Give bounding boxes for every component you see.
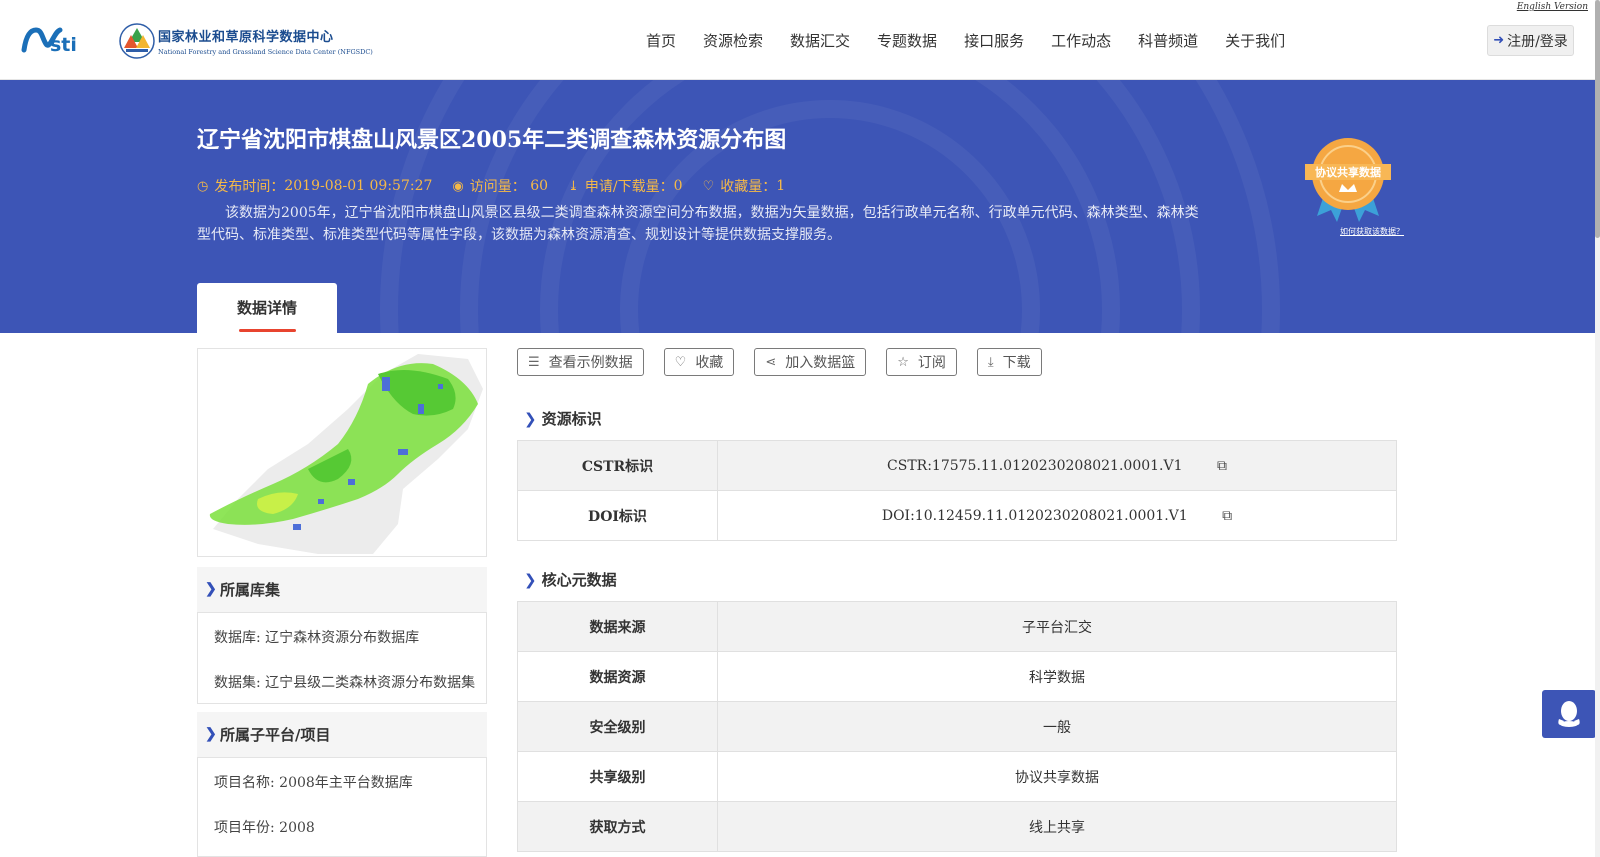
table-value: CSTR:17575.11.0120230208021.0001.V1 ⧉ — [717, 440, 1397, 491]
qq-penguin-icon — [1558, 701, 1580, 727]
database-icon: ☰ — [528, 354, 540, 370]
table-key: 数据资源 — [517, 651, 718, 702]
nav-about-us[interactable]: 关于我们 — [1225, 30, 1285, 51]
nav-home[interactable]: 首页 — [646, 30, 676, 51]
chevron-right-icon: ❯ — [524, 410, 537, 428]
doi-value: DOI:10.12459.11.0120230208021.0001.V1 — [881, 507, 1188, 524]
tab-active-indicator — [239, 329, 296, 332]
table-value: DOI:10.12459.11.0120230208021.0001.V1 ⧉ — [717, 490, 1397, 541]
download-button[interactable]: ⤓ 下载 — [976, 348, 1042, 376]
download-count: ⤓ 申请/下载量： 0 — [568, 178, 683, 195]
dataset-banner: 辽宁省沈阳市棋盘山风景区2005年二类调查森林资源分布图 ◷ 发布时间： 2019… — [0, 80, 1595, 333]
heart-icon: ♡ — [702, 178, 715, 194]
forest-distribution-map — [209, 354, 483, 554]
table-key: DOI标识 — [517, 490, 718, 541]
agreement-share-badge-icon: 协议共享数据 — [1305, 138, 1391, 222]
table-row: DOI标识 DOI:10.12459.11.0120230208021.0001… — [517, 490, 1397, 541]
project-year: 项目年份: 2008 — [214, 820, 315, 836]
nav-topic-data[interactable]: 专题数据 — [877, 30, 937, 51]
register-login-button[interactable]: ➜ 注册/登录 — [1487, 25, 1574, 56]
subscribe-button[interactable]: ☆ 订阅 — [886, 348, 957, 376]
logo-title-cn: 国家林业和草原科学数据中心 — [158, 30, 334, 45]
resource-id-heading: ❯ 资源标识 — [524, 410, 602, 428]
action-bar: ☰ 查看示例数据 ♡ 收藏 ⋖ 加入数据篮 ☆ 订阅 ⤓ 下载 — [517, 348, 1062, 376]
database-link[interactable]: 数据库: 辽宁森林资源分布数据库 — [214, 627, 476, 647]
chevron-right-icon: ❯ — [205, 726, 217, 742]
table-value: 科学数据 — [717, 651, 1397, 702]
dataset-description: 该数据为2005年，辽宁省沈阳市棋盘山风景区县级二类调查森林资源空间分布数据，数… — [197, 205, 1199, 243]
table-key: 数据来源 — [517, 601, 718, 652]
table-value: 子平台汇交 — [717, 601, 1397, 652]
project-name: 项目名称: 2008年主平台数据库 — [214, 775, 413, 791]
platform-section-box: 项目名称: 2008年主平台数据库 项目年份: 2008 — [197, 757, 487, 857]
badge-text: 协议共享数据 — [1315, 165, 1381, 179]
table-row: 数据资源 科学数据 — [517, 651, 1397, 702]
table-key: 获取方式 — [517, 801, 718, 852]
dataset-link[interactable]: 数据集: 辽宁县级二类森林资源分布数据集 — [214, 672, 476, 692]
chevron-right-icon: ❯ — [524, 571, 537, 589]
logo-title-en: National Forestry and Grassland Science … — [158, 48, 373, 56]
table-value: 线上共享 — [717, 801, 1397, 852]
nav-data-submission[interactable]: 数据汇交 — [790, 30, 850, 51]
download-icon: ⤓ — [987, 354, 994, 370]
main-nav: 首页 资源检索 数据汇交 专题数据 接口服务 工作动态 科普频道 关于我们 — [646, 30, 1312, 51]
table-key: CSTR标识 — [517, 440, 718, 491]
table-row: 获取方式 线上共享 — [517, 801, 1397, 852]
platform-section-title: 所属子平台/项目 — [220, 726, 331, 744]
table-key: 安全级别 — [517, 701, 718, 752]
share-icon: ⋖ — [765, 354, 777, 370]
view-sample-data-button[interactable]: ☰ 查看示例数据 — [517, 348, 644, 376]
eye-icon: ◉ — [452, 178, 464, 194]
platform-section-header: ❯ 所属子平台/项目 — [197, 712, 487, 758]
scrollbar-thumb[interactable] — [1595, 0, 1600, 238]
nav-api-service[interactable]: 接口服务 — [964, 30, 1024, 51]
cstr-value: CSTR:17575.11.0120230208021.0001.V1 — [887, 457, 1183, 474]
star-icon: ☆ — [897, 354, 909, 370]
copy-icon[interactable]: ⧉ — [1217, 458, 1227, 474]
qq-chat-button[interactable] — [1542, 690, 1596, 738]
favorite-count: ♡ 收藏量： 1 — [702, 178, 786, 195]
core-meta-table: 数据来源 子平台汇交 数据资源 科学数据 安全级别 一般 共享级别 协议共享数据… — [517, 601, 1397, 852]
add-to-basket-button[interactable]: ⋖ 加入数据篮 — [754, 348, 867, 376]
login-label: 注册/登录 — [1507, 33, 1568, 50]
dataset-thumbnail[interactable] — [197, 348, 487, 557]
table-row: 数据来源 子平台汇交 — [517, 601, 1397, 652]
table-value: 协议共享数据 — [717, 751, 1397, 802]
english-version-link[interactable]: English Version — [1517, 2, 1588, 12]
copy-icon[interactable]: ⧉ — [1222, 508, 1232, 524]
nfgsdc-emblem-icon[interactable] — [118, 22, 156, 60]
site-header: English Version sti 国家林业和草原科学数据中心 Nation… — [0, 0, 1600, 80]
resource-id-table: CSTR标识 CSTR:17575.11.0120230208021.0001.… — [517, 440, 1397, 541]
nav-news[interactable]: 工作动态 — [1051, 30, 1111, 51]
visit-count: ◉ 访问量： 60 — [452, 178, 549, 195]
table-row: 共享级别 协议共享数据 — [517, 751, 1397, 802]
table-key: 共享级别 — [517, 751, 718, 802]
publish-time: ◷ 发布时间： 2019-08-01 09:57:27 — [197, 178, 433, 195]
nsti-logo[interactable]: sti — [20, 24, 98, 56]
sign-in-icon: ➜ — [1493, 33, 1505, 48]
how-to-get-data-link[interactable]: 如何获取该数据？ — [1340, 226, 1404, 237]
page-scrollbar[interactable] — [1595, 0, 1600, 857]
tab-data-details[interactable]: 数据详情 — [197, 283, 337, 333]
favorite-button[interactable]: ♡ 收藏 — [663, 348, 735, 376]
clock-icon: ◷ — [197, 178, 209, 194]
tab-label: 数据详情 — [236, 299, 297, 317]
svg-text:sti: sti — [50, 34, 77, 56]
download-icon: ⤓ — [568, 178, 579, 194]
nav-science-popularization[interactable]: 科普频道 — [1138, 30, 1198, 51]
logo-text: 国家林业和草原科学数据中心 National Forestry and Gras… — [158, 26, 373, 56]
library-section-box: 数据库: 辽宁森林资源分布数据库 数据集: 辽宁县级二类森林资源分布数据集 — [197, 612, 487, 704]
dataset-meta: ◷ 发布时间： 2019-08-01 09:57:27 ◉ 访问量： 60 ⤓ 申… — [197, 176, 805, 196]
dataset-title: 辽宁省沈阳市棋盘山风景区2005年二类调查森林资源分布图 — [197, 127, 787, 153]
library-section-title: 所属库集 — [220, 581, 281, 599]
nav-resource-search[interactable]: 资源检索 — [703, 30, 763, 51]
table-row: CSTR标识 CSTR:17575.11.0120230208021.0001.… — [517, 440, 1397, 491]
heart-icon: ♡ — [674, 354, 687, 370]
chevron-right-icon: ❯ — [205, 581, 217, 597]
table-row: 安全级别 一般 — [517, 701, 1397, 752]
core-meta-heading: ❯ 核心元数据 — [524, 571, 617, 589]
table-value: 一般 — [717, 701, 1397, 752]
library-section-header: ❯ 所属库集 — [197, 567, 487, 613]
